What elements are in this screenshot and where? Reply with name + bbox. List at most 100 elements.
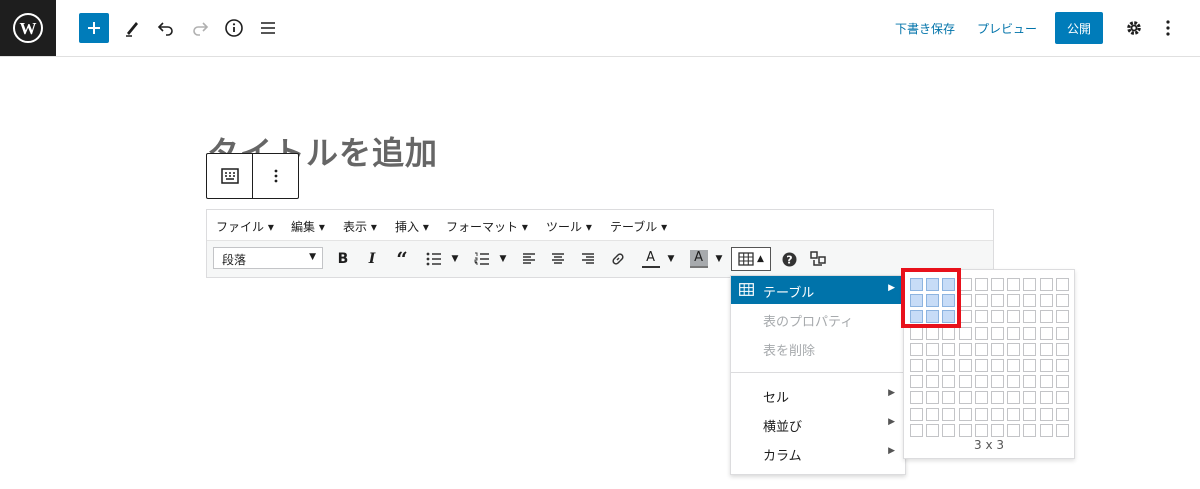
- grid-cell[interactable]: [1039, 326, 1053, 340]
- more-options-button[interactable]: [1154, 14, 1182, 42]
- block-options-button[interactable]: [252, 154, 298, 198]
- menu-file[interactable]: ファイル ▾: [216, 218, 274, 235]
- redo-button[interactable]: [186, 14, 214, 42]
- toolbar-toggle-icon[interactable]: [808, 247, 830, 271]
- grid-cell[interactable]: [958, 423, 972, 437]
- grid-cell[interactable]: [942, 326, 956, 340]
- grid-cell[interactable]: [910, 391, 923, 405]
- grid-cell[interactable]: [910, 342, 923, 356]
- menu-format[interactable]: フォーマット ▾: [446, 218, 528, 235]
- grid-cell[interactable]: [1023, 310, 1037, 324]
- format-select[interactable]: 段落 ▼: [213, 247, 323, 269]
- grid-cell[interactable]: [974, 407, 988, 421]
- grid-cell[interactable]: [1007, 423, 1021, 437]
- grid-cell[interactable]: [1055, 294, 1069, 308]
- numbered-list-icon[interactable]: ▼: [471, 247, 509, 271]
- grid-cell[interactable]: [910, 375, 923, 389]
- grid-cell[interactable]: [1055, 278, 1069, 291]
- details-button[interactable]: [220, 14, 248, 42]
- grid-cell[interactable]: [974, 391, 988, 405]
- grid-cell[interactable]: [958, 391, 972, 405]
- undo-button[interactable]: [152, 14, 180, 42]
- grid-cell[interactable]: [926, 391, 940, 405]
- bullet-list-icon[interactable]: ▼: [423, 247, 461, 271]
- text-color-icon[interactable]: A ▼: [637, 247, 679, 271]
- grid-cell[interactable]: [910, 326, 923, 340]
- grid-cell[interactable]: [1039, 375, 1053, 389]
- grid-cell[interactable]: [1055, 326, 1069, 340]
- grid-cell[interactable]: [942, 375, 956, 389]
- grid-cell[interactable]: [1023, 278, 1037, 291]
- grid-cell[interactable]: [1055, 391, 1069, 405]
- grid-cell[interactable]: [910, 359, 923, 372]
- grid-cell[interactable]: [1007, 407, 1021, 421]
- grid-cell[interactable]: [1007, 342, 1021, 356]
- grid-cell[interactable]: [942, 359, 956, 372]
- menu-edit[interactable]: 編集 ▾: [291, 218, 325, 235]
- grid-cell[interactable]: [1039, 359, 1053, 372]
- align-center-icon[interactable]: [548, 247, 568, 271]
- grid-cell[interactable]: [1023, 407, 1037, 421]
- grid-cell[interactable]: [942, 423, 956, 437]
- help-icon[interactable]: ?: [779, 247, 799, 271]
- grid-cell[interactable]: [926, 359, 940, 372]
- grid-cell[interactable]: [1007, 310, 1021, 324]
- italic-icon[interactable]: I: [362, 247, 382, 271]
- publish-button[interactable]: 公開: [1055, 12, 1103, 44]
- grid-cell[interactable]: [942, 407, 956, 421]
- grid-cell[interactable]: [974, 310, 988, 324]
- grid-cell[interactable]: [1039, 407, 1053, 421]
- grid-cell[interactable]: [926, 423, 940, 437]
- grid-cell[interactable]: [1023, 375, 1037, 389]
- link-icon[interactable]: [607, 247, 629, 271]
- grid-cell[interactable]: [991, 326, 1004, 340]
- align-right-icon[interactable]: [578, 247, 598, 271]
- grid-cell[interactable]: [942, 391, 956, 405]
- grid-cell[interactable]: [926, 326, 940, 340]
- grid-cell[interactable]: [991, 391, 1004, 405]
- wordpress-logo-icon[interactable]: W: [0, 0, 56, 56]
- menu-insert[interactable]: 挿入 ▾: [395, 218, 429, 235]
- table-button[interactable]: ▲: [731, 247, 771, 271]
- grid-cell[interactable]: [942, 342, 956, 356]
- grid-cell[interactable]: [1039, 423, 1053, 437]
- add-block-button[interactable]: [79, 13, 109, 43]
- grid-cell[interactable]: [1039, 294, 1053, 308]
- grid-cell[interactable]: [926, 342, 940, 356]
- grid-cell[interactable]: [1023, 326, 1037, 340]
- grid-cell[interactable]: [1055, 407, 1069, 421]
- grid-cell[interactable]: [1023, 342, 1037, 356]
- grid-cell[interactable]: [1023, 359, 1037, 372]
- grid-cell[interactable]: [1055, 310, 1069, 324]
- grid-cell[interactable]: [1007, 391, 1021, 405]
- grid-cell[interactable]: [974, 423, 988, 437]
- grid-cell[interactable]: [1023, 391, 1037, 405]
- menu-item-column[interactable]: カラム ▶: [731, 439, 905, 467]
- grid-cell[interactable]: [991, 294, 1004, 308]
- grid-cell[interactable]: [958, 407, 972, 421]
- grid-cell[interactable]: [991, 407, 1004, 421]
- grid-cell[interactable]: [974, 326, 988, 340]
- grid-cell[interactable]: [1055, 342, 1069, 356]
- align-left-icon[interactable]: [519, 247, 539, 271]
- blockquote-icon[interactable]: “: [391, 247, 413, 271]
- menu-table[interactable]: テーブル ▾: [610, 218, 667, 235]
- grid-cell[interactable]: [910, 407, 923, 421]
- grid-cell[interactable]: [974, 359, 988, 372]
- grid-cell[interactable]: [974, 294, 988, 308]
- preview-link[interactable]: プレビュー: [977, 20, 1037, 37]
- grid-cell[interactable]: [1039, 391, 1053, 405]
- background-color-icon[interactable]: A ▼: [685, 247, 727, 271]
- menu-tools[interactable]: ツール ▾: [546, 218, 592, 235]
- grid-cell[interactable]: [1039, 342, 1053, 356]
- grid-cell[interactable]: [991, 278, 1004, 291]
- menu-item-table[interactable]: テーブル ▶: [731, 276, 905, 304]
- grid-cell[interactable]: [1023, 423, 1037, 437]
- grid-cell[interactable]: [1007, 326, 1021, 340]
- grid-cell[interactable]: [1039, 310, 1053, 324]
- grid-cell[interactable]: [991, 375, 1004, 389]
- menu-item-cell[interactable]: セル ▶: [731, 381, 905, 409]
- grid-cell[interactable]: [974, 375, 988, 389]
- grid-cell[interactable]: [1023, 294, 1037, 308]
- grid-cell[interactable]: [991, 423, 1004, 437]
